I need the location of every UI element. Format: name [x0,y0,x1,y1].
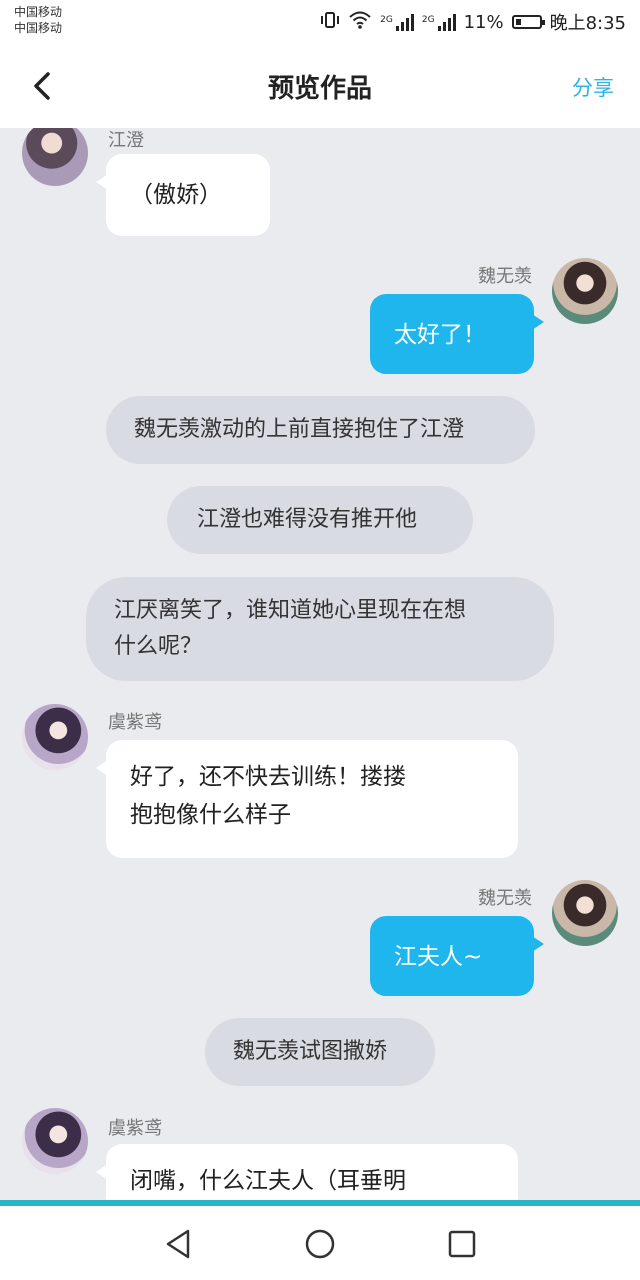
carrier-2: 中国移动 [14,21,63,35]
narration-text: 魏无羡激动的上前直接抱住了江澄 [134,417,465,442]
narration-text: 魏无羡试图撒娇 [233,1039,388,1064]
sender-name: 魏无羡 [478,266,532,287]
message-bubble-right[interactable]: 江夫人~ [370,916,544,996]
carrier-info: 中国移动 中国移动 [14,4,62,36]
avatar-jiang-cheng[interactable] [22,128,88,186]
clock: 晚上8:35 [549,13,626,34]
message-text: （傲娇） [130,182,222,208]
nav-home-button[interactable] [302,1226,338,1262]
wifi-icon [348,10,372,35]
narration-bubble: 江澄也难得没有推开他 [167,486,473,554]
sender-name: 江澄 [108,130,144,151]
message-bubble-left[interactable]: 闭嘴，什么江夫人（耳垂明 [96,1144,518,1200]
narration-text: 江澄也难得没有推开他 [197,507,418,532]
network-type-2: 2G [421,15,435,25]
message-text-line: 好了，还不快去训练！搂搂 [130,764,406,790]
triangle-back-icon [166,1229,190,1259]
message-bubble-left[interactable]: 好了，还不快去训练！搂搂 抱抱像什么样子 [96,740,518,858]
message-text: 江夫人~ [394,944,483,970]
nav-bar: 预览作品 分享 [0,44,640,128]
square-recents-icon [448,1230,476,1258]
status-bar: 中国移动 中国移动 2G 2G 11% 晚上8:35 [0,0,640,44]
vibrate-icon [320,10,340,35]
battery-icon [511,15,545,29]
sender-name: 虞紫鸢 [108,1118,162,1139]
avatar-wei-wuxian[interactable] [552,880,618,946]
page-title: 预览作品 [267,74,372,104]
system-navigation-bar [0,1206,640,1280]
narration-text-line: 什么呢？ [114,634,203,659]
message-bubble-left[interactable]: （傲娇） [96,154,270,236]
avatar-wei-wuxian[interactable] [552,258,618,324]
share-button[interactable]: 分享 [572,72,614,102]
status-icons: 2G 2G 11% 晚上8:35 [320,10,626,34]
narration-bubble: 魏无羡激动的上前直接抱住了江澄 [106,396,535,464]
sender-name: 魏无羡 [478,888,532,909]
chat-area[interactable]: 江澄 （傲娇） 魏无羡 太好了！ 魏无羡激动的上前直接抱住了江澄 江澄也难得没有… [0,128,640,1200]
nav-back-button[interactable] [160,1226,196,1262]
avatar-yu-ziyuan[interactable] [22,1108,88,1174]
message-text: 闭嘴，什么江夫人（耳垂明 [130,1168,406,1194]
narration-bubble: 魏无羡试图撒娇 [205,1018,435,1086]
avatar-yu-ziyuan[interactable] [22,704,88,770]
circle-home-icon [305,1229,335,1259]
signal-1-icon: 2G [380,13,414,31]
carrier-1: 中国移动 [14,5,63,19]
sender-name: 虞紫鸢 [108,712,162,733]
message-text-line: 抱抱像什么样子 [130,802,291,828]
network-type-1: 2G [380,15,393,25]
message-text: 太好了！ [394,322,486,348]
message-bubble-right[interactable]: 太好了！ [370,294,544,374]
battery-percent: 11% [463,11,504,33]
narration-text-line: 江厌离笑了，谁知道她心里现在在想 [114,598,467,623]
narration-bubble: 江厌离笑了，谁知道她心里现在在想 什么呢？ [86,577,554,681]
signal-2-icon: 2G [422,13,456,31]
nav-recents-button[interactable] [444,1226,480,1262]
